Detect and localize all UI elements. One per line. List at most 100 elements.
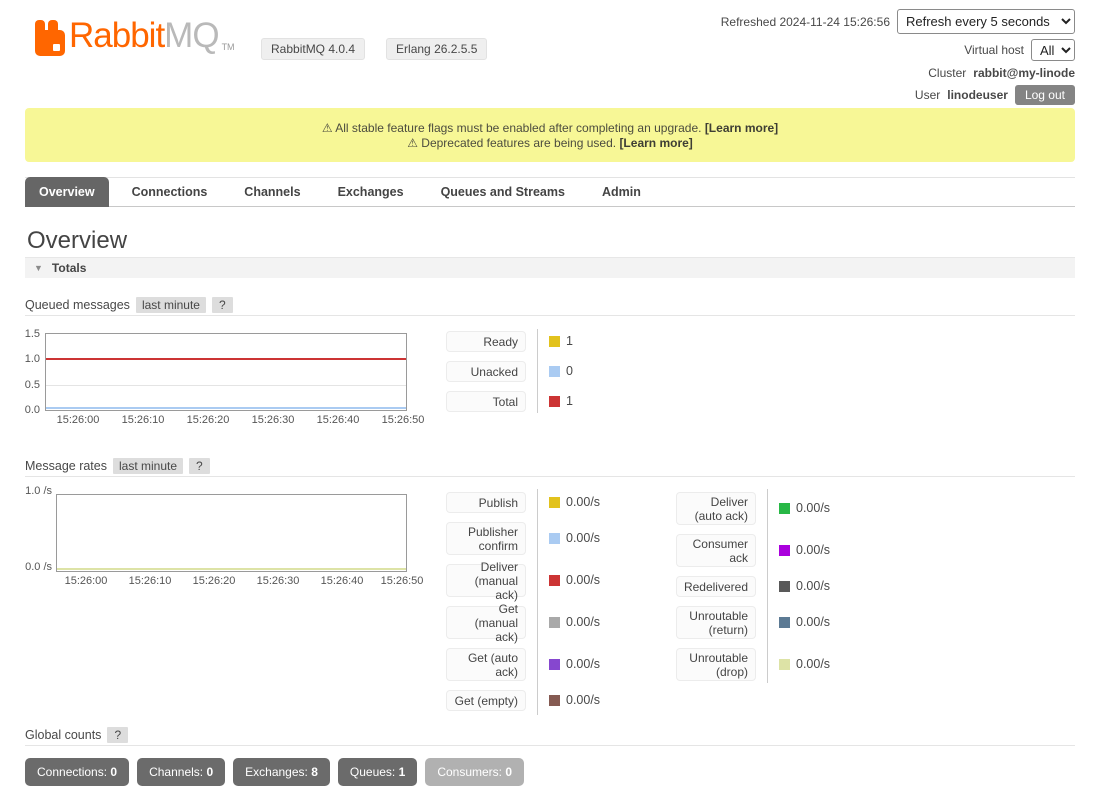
- x-tick-label: 15:26:10: [120, 575, 180, 587]
- virtual-host-select[interactable]: All: [1031, 39, 1075, 61]
- legend-item-deliver-manual-ack[interactable]: Deliver (manual ack): [446, 564, 526, 597]
- channels-count-button[interactable]: Channels: 0: [137, 758, 225, 786]
- queued-messages-range-badge[interactable]: last minute: [136, 297, 206, 313]
- global-counts-help-icon[interactable]: ?: [107, 727, 128, 743]
- user-name: linodeuser: [947, 88, 1008, 102]
- consumer-ack-swatch: [779, 545, 790, 556]
- total-line: [46, 358, 406, 360]
- unroutable-drop-rate: 0.00/s: [796, 658, 830, 671]
- x-tick-label: 15:26:00: [56, 575, 116, 587]
- tab-channels[interactable]: Channels: [230, 177, 314, 207]
- x-tick-label: 15:26:20: [184, 575, 244, 587]
- publisher-confirm-swatch: [549, 533, 560, 544]
- learn-more-link-1[interactable]: [Learn more]: [705, 121, 778, 135]
- total-swatch: [549, 396, 560, 407]
- page-title: Overview: [27, 227, 127, 255]
- tab-queues-and-streams[interactable]: Queues and Streams: [427, 177, 579, 207]
- deliver-manual-ack-swatch: [549, 575, 560, 586]
- get-auto-ack-rate: 0.00/s: [566, 658, 600, 671]
- consumer-ack-rate: 0.00/s: [796, 544, 830, 557]
- unacked-value: 0: [566, 365, 573, 378]
- publisher-confirm-rate: 0.00/s: [566, 532, 600, 545]
- legend-item-unacked[interactable]: Unacked: [446, 361, 526, 382]
- gridline: [46, 385, 406, 386]
- legend-divider: [537, 329, 538, 413]
- ready-swatch: [549, 336, 560, 347]
- total-value: 1: [566, 395, 573, 408]
- legend-item-consumer-ack[interactable]: Consumer ack: [676, 534, 756, 567]
- y-tick-label: 1.0: [5, 353, 40, 365]
- deliver-manual-ack-rate: 0.00/s: [566, 574, 600, 587]
- x-tick-label: 15:26:50: [373, 414, 433, 426]
- legend-item-total[interactable]: Total: [446, 391, 526, 412]
- unacked-swatch: [549, 366, 560, 377]
- message-rates-help-icon[interactable]: ?: [189, 458, 210, 474]
- unroutable-return-swatch: [779, 617, 790, 628]
- collapse-triangle-icon: ▼: [34, 263, 43, 273]
- tab-admin[interactable]: Admin: [588, 177, 655, 207]
- legend-item-unroutable-drop[interactable]: Unroutable (drop): [676, 648, 756, 681]
- legend-item-redelivered[interactable]: Redelivered: [676, 576, 756, 597]
- tab-connections[interactable]: Connections: [118, 177, 222, 207]
- legend-item-publish[interactable]: Publish: [446, 492, 526, 513]
- logo-tm: TM: [222, 42, 235, 52]
- redelivered-rate: 0.00/s: [796, 580, 830, 593]
- publish-swatch: [549, 497, 560, 508]
- x-tick-label: 15:26:40: [312, 575, 372, 587]
- cluster-label: Cluster: [928, 66, 966, 80]
- y-tick-label: 1.5: [5, 328, 40, 340]
- y-tick-label: 0.5: [5, 379, 40, 391]
- virtual-host-label: Virtual host: [964, 43, 1024, 57]
- legend-item-get-auto-ack[interactable]: Get (auto ack): [446, 648, 526, 681]
- consumers-count-button[interactable]: Consumers: 0: [425, 758, 524, 786]
- x-tick-label: 15:26:30: [248, 575, 308, 587]
- queued-messages-chart: [45, 333, 407, 411]
- tab-overview[interactable]: Overview: [25, 177, 109, 207]
- erlang-version-badge: Erlang 26.2.5.5: [386, 38, 487, 60]
- legend-item-unroutable-return[interactable]: Unroutable (return): [676, 606, 756, 639]
- cluster-name: rabbit@my-linode: [973, 66, 1075, 80]
- connections-count-button[interactable]: Connections: 0: [25, 758, 129, 786]
- totals-label: Totals: [52, 261, 86, 275]
- queued-messages-label: Queued messages: [25, 298, 130, 312]
- legend-item-get-manual-ack[interactable]: Get (manual ack): [446, 606, 526, 639]
- queued-messages-help-icon[interactable]: ?: [212, 297, 233, 313]
- y-tick-label: 0.0 /s: [5, 561, 52, 573]
- message-rates-range-badge[interactable]: last minute: [113, 458, 183, 474]
- exchanges-count-button[interactable]: Exchanges: 8: [233, 758, 330, 786]
- deliver-auto-ack-rate: 0.00/s: [796, 502, 830, 515]
- queued-messages-header: Queued messages last minute ?: [25, 295, 1075, 316]
- redelivered-swatch: [779, 581, 790, 592]
- x-tick-label: 15:26:50: [372, 575, 432, 587]
- legend-divider: [767, 489, 768, 683]
- x-tick-label: 15:26:10: [113, 414, 173, 426]
- logout-button[interactable]: Log out: [1015, 85, 1075, 105]
- global-counts-buttons: Connections: 0 Channels: 0 Exchanges: 8 …: [25, 758, 524, 786]
- legend-item-publisher-confirm[interactable]: Publisher confirm: [446, 522, 526, 555]
- get-manual-ack-rate: 0.00/s: [566, 616, 600, 629]
- get-auto-ack-swatch: [549, 659, 560, 670]
- ready-value: 1: [566, 335, 573, 348]
- x-tick-label: 15:26:40: [308, 414, 368, 426]
- tab-exchanges[interactable]: Exchanges: [324, 177, 418, 207]
- global-counts-label: Global counts: [25, 728, 101, 742]
- get-manual-ack-swatch: [549, 617, 560, 628]
- y-tick-label: 0.0: [5, 404, 40, 416]
- x-tick-label: 15:26:30: [243, 414, 303, 426]
- queues-count-button[interactable]: Queues: 1: [338, 758, 417, 786]
- warning-line-feature-flags: ⚠ All stable feature flags must be enabl…: [25, 121, 1075, 136]
- unacked-line: [46, 407, 406, 409]
- refresh-interval-select[interactable]: Refresh every 5 seconds: [897, 9, 1075, 34]
- legend-item-get-empty[interactable]: Get (empty): [446, 690, 526, 711]
- legend-item-deliver-auto-ack[interactable]: Deliver (auto ack): [676, 492, 756, 525]
- unroutable-drop-swatch: [779, 659, 790, 670]
- rabbitmq-version-badge: RabbitMQ 4.0.4: [261, 38, 365, 60]
- legend-item-ready[interactable]: Ready: [446, 331, 526, 352]
- rabbitmq-logo[interactable]: RabbitMQ TM: [35, 16, 235, 63]
- rabbitmq-overview-page: RabbitMQ TM RabbitMQ 4.0.4 Erlang 26.2.5…: [0, 0, 1094, 794]
- learn-more-link-2[interactable]: [Learn more]: [619, 136, 692, 150]
- legend-divider: [537, 489, 538, 715]
- totals-section-header[interactable]: ▼ Totals: [25, 257, 1075, 278]
- message-rates-label: Message rates: [25, 459, 107, 473]
- y-tick-label: 1.0 /s: [5, 485, 52, 497]
